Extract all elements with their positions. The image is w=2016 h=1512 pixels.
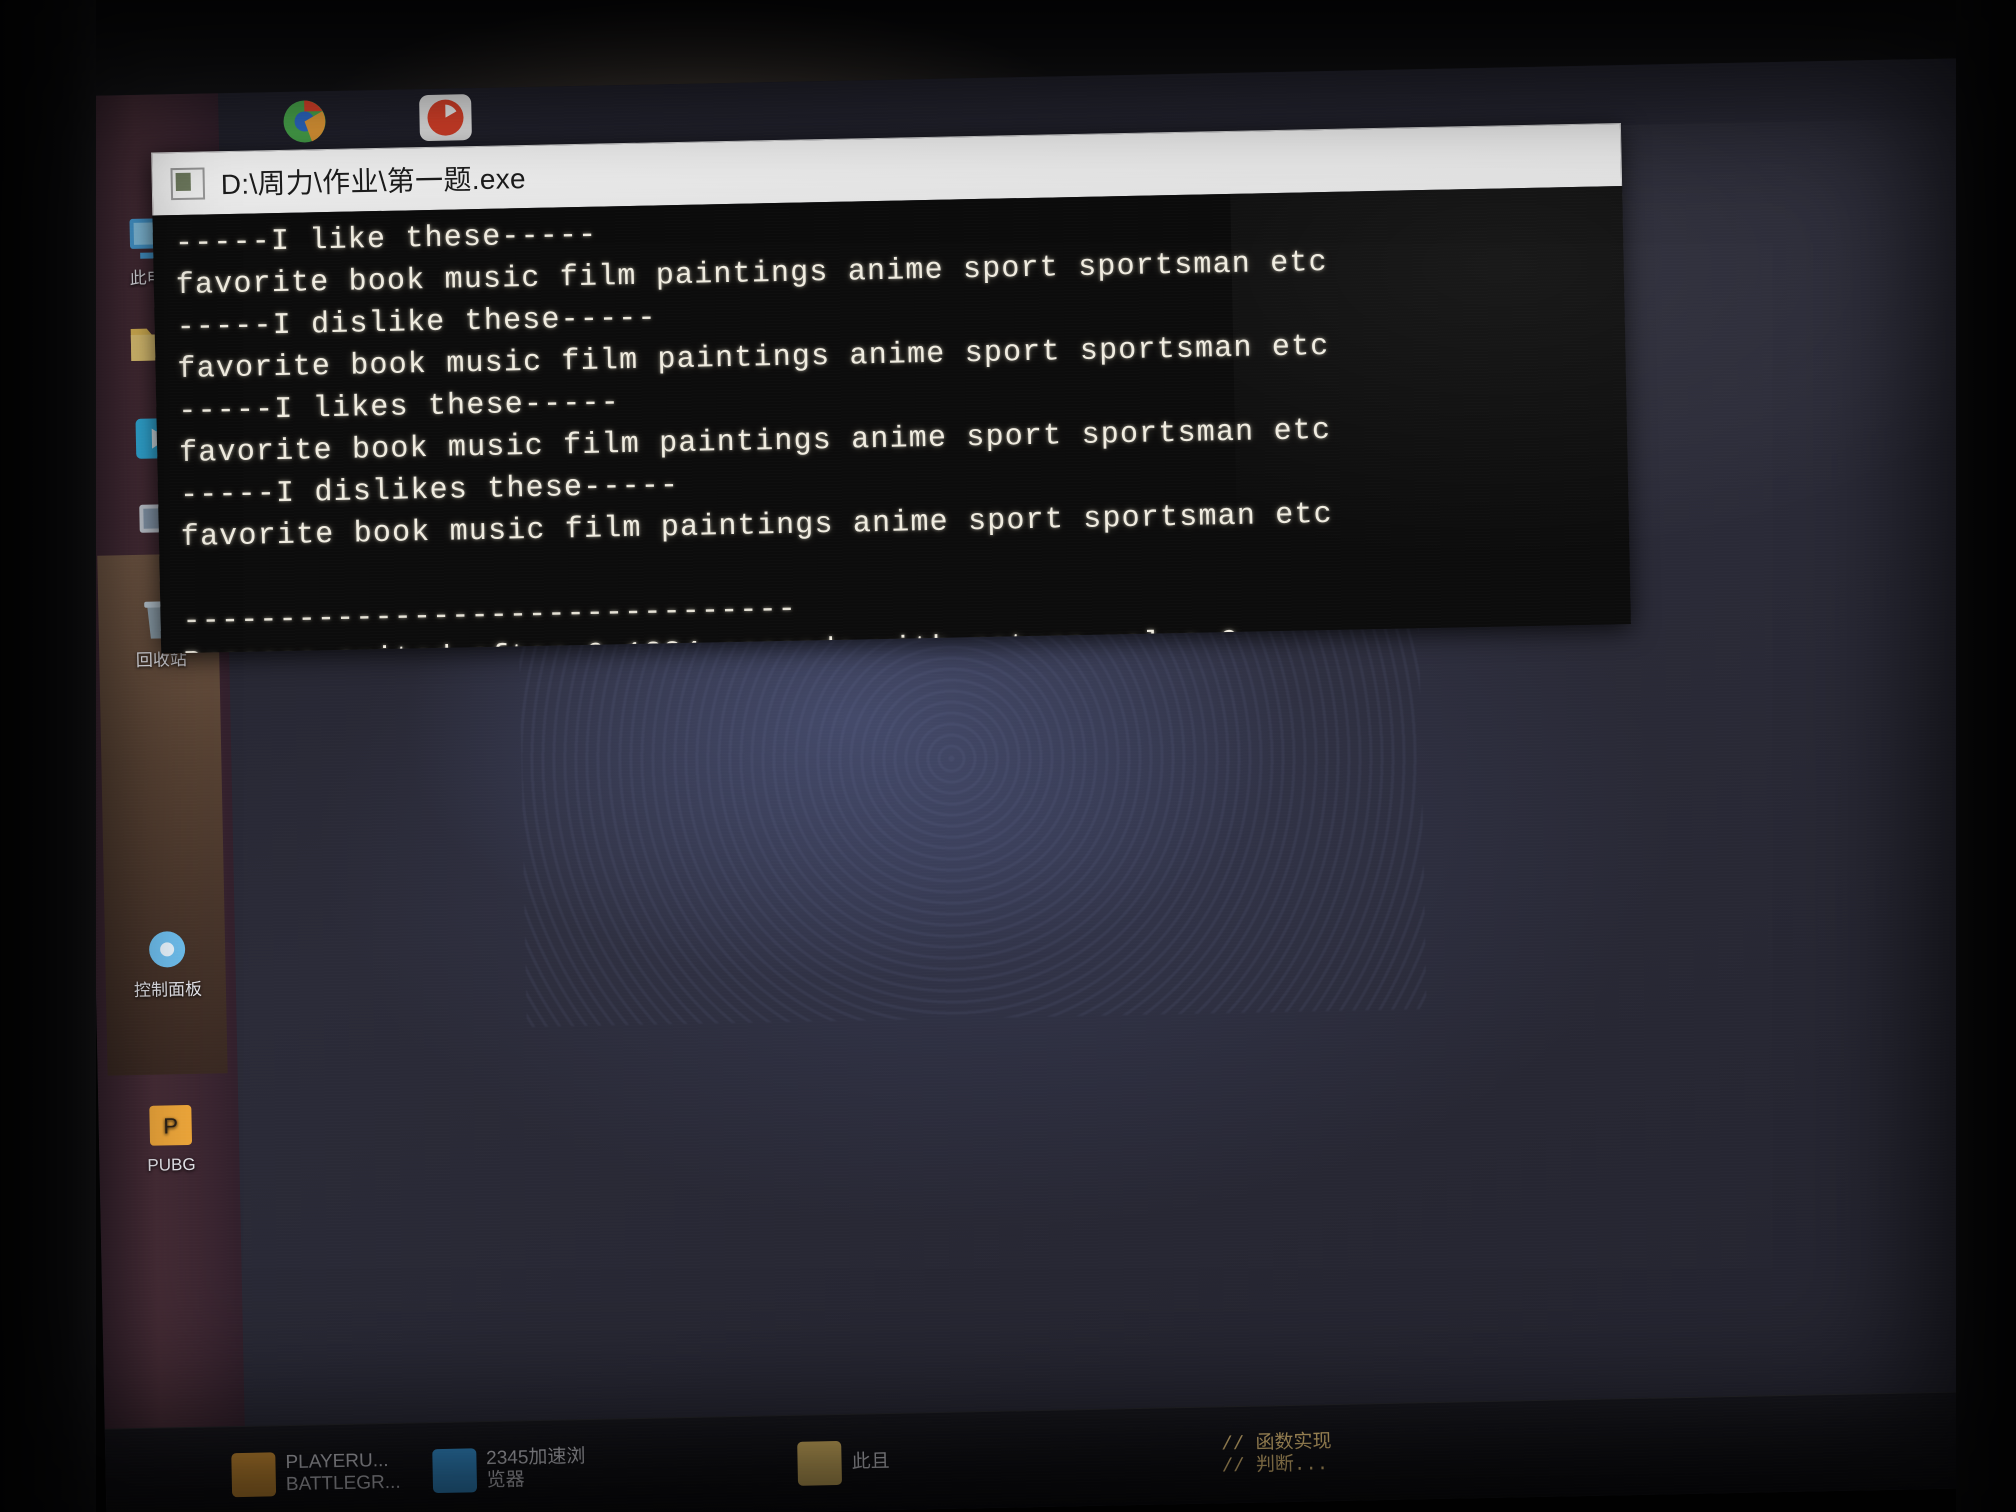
editor-hint-line: // 判断... — [1221, 1453, 1329, 1478]
taskbar-item-2345-browser[interactable]: 2345加速浏 览器 — [416, 1426, 603, 1512]
console-app-icon — [170, 167, 206, 201]
control-panel-icon — [138, 924, 197, 977]
monitor-bezel-right — [1956, 0, 2016, 1512]
desktop-icon-control-panel[interactable]: 控制面板 — [121, 923, 215, 1001]
taskbar-item-code-editor[interactable]: // 函数实现 // 判断... — [1205, 1411, 1349, 1498]
desktop-icon-pubg[interactable]: P PUBG — [124, 1098, 218, 1176]
taskbar-item-label: PLAYERU... — [285, 1450, 389, 1474]
explorer-icon — [797, 1440, 843, 1486]
browser-icon — [415, 92, 474, 145]
svg-text:P: P — [163, 1113, 178, 1138]
chrome-icon — [275, 97, 334, 150]
wallpaper-moire-pattern — [518, 589, 1427, 1028]
pubg-icon — [231, 1452, 277, 1498]
monitor-bezel-left — [0, 0, 96, 1512]
game-icon: P — [141, 1099, 200, 1152]
taskbar-item-pubg[interactable]: PLAYERU... BATTLEGR... — [215, 1429, 417, 1512]
monitor-photograph: chrome-icon 此电... — [0, 0, 2016, 1512]
editor-hint-line: // 函数实现 — [1221, 1431, 1332, 1456]
taskbar-item-label: 2345加速浏 — [485, 1446, 586, 1470]
taskbar-item-sublabel: 览器 — [486, 1469, 525, 1492]
2345-browser-icon — [431, 1448, 477, 1494]
console-window-title: D:\周力\作业\第一题.exe — [220, 163, 527, 201]
desktop-icon-browser[interactable] — [398, 92, 491, 150]
console-window[interactable]: D:\周力\作业\第一题.exe -----I like these----- … — [151, 123, 1631, 654]
desktop-icon-label: 控制面板 — [133, 979, 203, 1001]
console-output-area[interactable]: -----I like these----- favorite book mus… — [152, 186, 1631, 654]
taskbar-item-label: 此且 — [851, 1450, 890, 1473]
taskbar-item-sublabel: BATTLEGR... — [285, 1471, 401, 1496]
taskbar-item-explorer[interactable]: 此且 — [781, 1420, 907, 1506]
monitor-screen: chrome-icon 此电... — [78, 56, 2016, 1512]
desktop-icon-label: PUBG — [147, 1154, 196, 1175]
